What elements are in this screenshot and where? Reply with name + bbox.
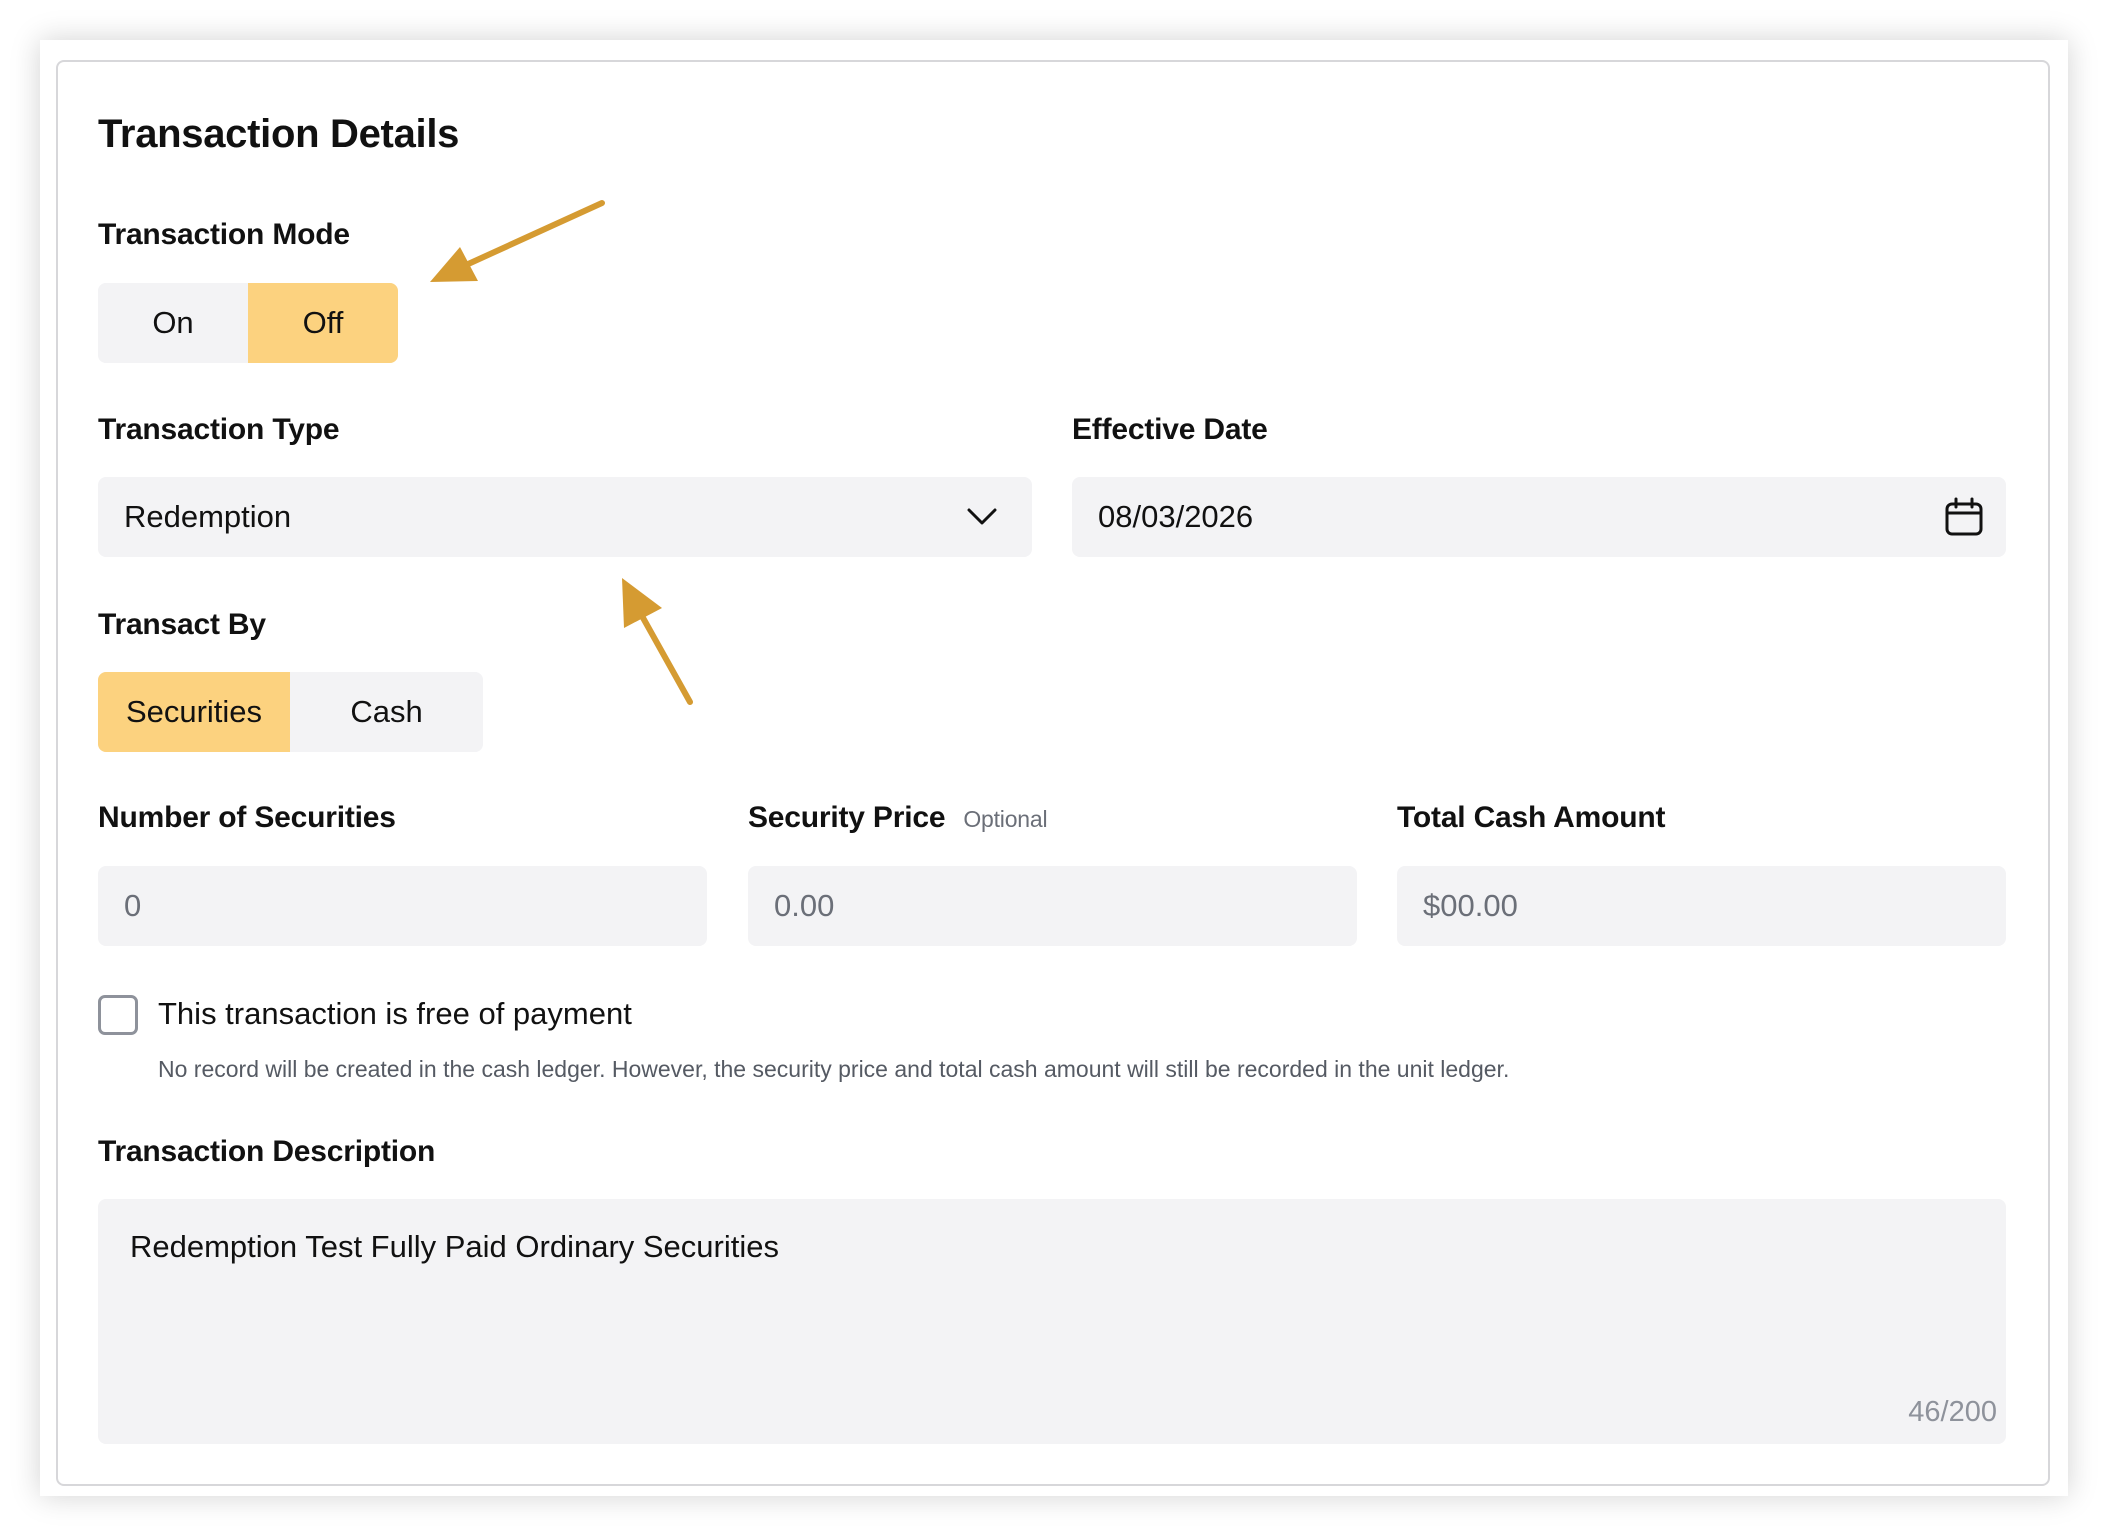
transaction-type-select[interactable]: Redemption [98, 477, 1032, 557]
number-of-securities-input[interactable]: 0 [98, 866, 707, 946]
free-of-payment-hint: No record will be created in the cash le… [158, 1056, 1510, 1082]
effective-date-value: 08/03/2026 [1098, 499, 1254, 534]
calendar-icon[interactable] [1944, 497, 1984, 537]
transaction-type-label: Transaction Type [98, 413, 340, 446]
security-price-label: Security Price [748, 801, 946, 834]
effective-date-input[interactable]: 08/03/2026 [1072, 477, 2006, 557]
optional-badge: Optional [963, 806, 1048, 832]
transaction-description-label: Transaction Description [98, 1135, 436, 1168]
effective-date-label: Effective Date [1072, 413, 1268, 446]
transact-by-label: Transact By [98, 608, 266, 641]
total-cash-amount-placeholder: $00.00 [1423, 888, 1518, 923]
mode-off-button[interactable]: Off [248, 283, 398, 363]
character-counter: 46/200 [1908, 1396, 1997, 1428]
transaction-mode-toggle: On Off [98, 283, 398, 363]
page-title: Transaction Details [98, 112, 460, 156]
transaction-description-textarea[interactable]: Redemption Test Fully Paid Ordinary Secu… [98, 1199, 2006, 1444]
security-price-input[interactable]: 0.00 [748, 866, 1357, 946]
transaction-description-value: Redemption Test Fully Paid Ordinary Secu… [130, 1229, 779, 1264]
transaction-mode-label: Transaction Mode [98, 218, 350, 251]
transact-by-securities-button[interactable]: Securities [98, 672, 290, 752]
free-of-payment-checkbox[interactable] [98, 995, 138, 1035]
mode-on-button[interactable]: On [98, 283, 248, 363]
security-price-label-group: Security Price Optional [748, 801, 1048, 835]
transaction-type-value: Redemption [124, 499, 292, 534]
transact-by-toggle: Securities Cash [98, 672, 483, 752]
total-cash-amount-label: Total Cash Amount [1397, 801, 1666, 834]
security-price-placeholder: 0.00 [774, 888, 835, 923]
chevron-down-icon [966, 507, 998, 527]
number-of-securities-label: Number of Securities [98, 801, 396, 834]
number-of-securities-placeholder: 0 [124, 888, 142, 923]
transact-by-cash-button[interactable]: Cash [290, 672, 483, 752]
total-cash-amount-input[interactable]: $00.00 [1397, 866, 2006, 946]
free-of-payment-label[interactable]: This transaction is free of payment [158, 996, 632, 1032]
